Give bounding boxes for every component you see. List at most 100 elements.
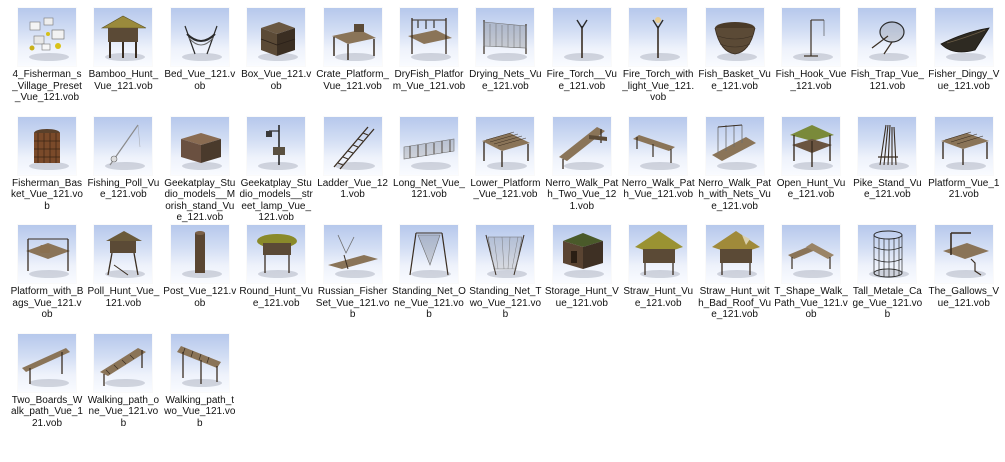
file-item[interactable]: Fisherman_Basket_Vue_121.vob bbox=[10, 115, 84, 225]
fish-hook-thumbnail bbox=[782, 8, 840, 66]
file-item[interactable]: Long_Net_Vue_121.vob bbox=[392, 115, 466, 225]
file-name-label: Box_Vue_121.vob bbox=[241, 69, 312, 92]
file-item[interactable]: Pike_Stand_Vue_121.vob bbox=[850, 115, 924, 225]
file-item[interactable]: Box_Vue_121.vob bbox=[239, 6, 313, 116]
post-thumbnail bbox=[170, 225, 229, 283]
file-name-label: Tall_Metale_Cage_Vue_121.vob bbox=[852, 286, 923, 320]
file-name-label: Fishing_Poll_Vue_121.vob bbox=[87, 177, 160, 201]
walking-path-one-thumbnail bbox=[94, 333, 153, 392]
file-item[interactable]: Nerro_Walk_Path_Vue_121.vob bbox=[621, 115, 695, 225]
fish-trap-thumbnail bbox=[858, 8, 917, 66]
file-name-label: Standing_Net_Two_Vue_121.vob bbox=[469, 286, 542, 320]
file-name-label: Post_Vue_121.vob bbox=[163, 286, 237, 309]
gallows-thumbnail bbox=[934, 225, 993, 283]
file-name-label: Straw_Hunt_with_Bad_Roof_Vue_121.vob bbox=[698, 286, 772, 320]
file-name-label: Bamboo_Hunt_Vue_121.vob bbox=[88, 69, 159, 92]
file-item[interactable]: Poll_Hunt_Vue_121.vob bbox=[86, 223, 160, 333]
file-name-label: Straw_Hunt_Vue_121.vob bbox=[623, 286, 694, 309]
file-item[interactable]: Walking_path_one_Vue_121.vob bbox=[86, 332, 160, 442]
t-shape-path-thumbnail bbox=[782, 225, 840, 283]
file-item[interactable]: Fire_Torch__Vue_121.vob bbox=[545, 6, 619, 116]
ladder-thumbnail bbox=[323, 116, 382, 175]
file-name-label: Russian_FisherSet_Vue_121.vob bbox=[315, 286, 390, 320]
file-item[interactable]: Round_Hunt_Vue_121.vob bbox=[239, 223, 313, 333]
file-item[interactable]: Nerro_Walk_Path_Two_Vue_121.vob bbox=[545, 115, 619, 225]
file-item[interactable]: Two_Boards_Walk_path_Vue_121.vob bbox=[10, 332, 84, 442]
file-name-label: Long_Net_Vue_121.vob bbox=[393, 177, 465, 201]
file-item[interactable]: DryFish_Platform_Vue_121.vob bbox=[392, 6, 466, 116]
file-name-label: The_Gallows_Vue_121.vob bbox=[928, 286, 1000, 309]
file-item[interactable]: Geekatplay_Studio_models__street_lamp_Vu… bbox=[239, 115, 313, 225]
file-item[interactable]: Fire_Torch_with_light_Vue_121.vob bbox=[621, 6, 695, 116]
file-name-label: Storage_Hunt_Vue_121.vob bbox=[544, 286, 619, 309]
file-name-label: Lower_Platform_Vue_121.vob bbox=[470, 177, 541, 201]
boat-thumbnail bbox=[934, 8, 993, 66]
file-item[interactable]: Nerro_Walk_Path_with_Nets_Vue_121.vob bbox=[698, 115, 772, 225]
fire-torch-light-thumbnail bbox=[629, 8, 688, 66]
file-item[interactable]: Drying_Nets_Vue_121.vob bbox=[468, 6, 542, 116]
file-name-label: Open_Hunt_Vue_121.vob bbox=[776, 177, 846, 201]
file-item[interactable]: Bed_Vue_121.vob bbox=[163, 6, 237, 116]
fishing-pole-thumbnail bbox=[94, 116, 153, 175]
drying-nets-thumbnail bbox=[476, 8, 535, 66]
file-name-label: Geekatplay_Studio_models__Morish_stand_V… bbox=[164, 177, 236, 224]
file-item[interactable]: Tall_Metale_Cage_Vue_121.vob bbox=[850, 223, 924, 333]
dryfish-platform-thumbnail bbox=[400, 8, 458, 66]
file-item[interactable]: Walking_path_two_Vue_121.vob bbox=[163, 332, 237, 442]
crate-platform-thumbnail bbox=[323, 8, 382, 66]
file-item[interactable]: Post_Vue_121.vob bbox=[163, 223, 237, 333]
file-item[interactable]: Crate_Platform_Vue_121.vob bbox=[316, 6, 390, 116]
straw-hut-thumbnail bbox=[629, 225, 688, 283]
file-item[interactable]: Storage_Hunt_Vue_121.vob bbox=[545, 223, 619, 333]
file-name-label: Platform_with_Bags_Vue_121.vob bbox=[10, 286, 84, 320]
file-name-label: Geekatplay_Studio_models__street_lamp_Vu… bbox=[239, 177, 313, 224]
file-item[interactable]: Straw_Hunt_Vue_121.vob bbox=[621, 223, 695, 333]
file-item[interactable]: 4_Fisherman_s_Village_Preset_Vue_121.vob bbox=[10, 6, 84, 116]
fish-basket-thumbnail bbox=[705, 8, 764, 66]
bamboo-hut-thumbnail bbox=[94, 8, 153, 66]
file-item[interactable]: Standing_Net_One_Vue_121.vob bbox=[392, 223, 466, 333]
file-item[interactable]: Fishing_Poll_Vue_121.vob bbox=[86, 115, 160, 225]
file-name-label: Fish_Hook_Vue_121.vob bbox=[775, 69, 847, 92]
file-item[interactable]: The_Gallows_Vue_121.vob bbox=[927, 223, 1001, 333]
file-name-label: Bed_Vue_121.vob bbox=[164, 69, 236, 92]
file-item[interactable]: Platform_with_Bags_Vue_121.vob bbox=[10, 223, 84, 333]
stand-thumbnail bbox=[170, 116, 229, 175]
file-name-label: Drying_Nets_Vue_121.vob bbox=[469, 69, 542, 92]
file-item[interactable]: Ladder_Vue_121.vob bbox=[316, 115, 390, 225]
file-name-label: Walking_path_one_Vue_121.vob bbox=[87, 394, 160, 429]
file-item[interactable]: Russian_FisherSet_Vue_121.vob bbox=[316, 223, 390, 333]
file-name-label: Fisher_Dingy_Vue_121.vob bbox=[928, 69, 1000, 92]
file-item[interactable]: Open_Hunt_Vue_121.vob bbox=[774, 115, 848, 225]
file-item[interactable]: Standing_Net_Two_Vue_121.vob bbox=[468, 223, 542, 333]
file-name-label: Platform_Vue_121.vob bbox=[928, 177, 1000, 201]
fire-torch-thumbnail bbox=[552, 8, 611, 66]
file-item[interactable]: Fisher_Dingy_Vue_121.vob bbox=[927, 6, 1001, 116]
file-item[interactable]: Fish_Basket_Vue_121.vob bbox=[698, 6, 772, 116]
file-item[interactable]: Fish_Hook_Vue_121.vob bbox=[774, 6, 848, 116]
file-name-label: Fish_Trap_Vue_121.vob bbox=[850, 69, 924, 92]
file-name-label: Poll_Hunt_Vue_121.vob bbox=[87, 286, 160, 309]
file-item[interactable]: Bamboo_Hunt_Vue_121.vob bbox=[86, 6, 160, 116]
open-hut-thumbnail bbox=[782, 116, 840, 175]
file-name-label: Nerro_Walk_Path_Two_Vue_121.vob bbox=[545, 177, 619, 212]
file-item[interactable]: Fish_Trap_Vue_121.vob bbox=[850, 6, 924, 116]
metal-cage-thumbnail bbox=[858, 225, 917, 283]
file-name-label: Walking_path_two_Vue_121.vob bbox=[164, 394, 236, 429]
pole-hut-thumbnail bbox=[94, 225, 153, 283]
file-item[interactable]: Straw_Hunt_with_Bad_Roof_Vue_121.vob bbox=[698, 223, 772, 333]
file-item[interactable]: Geekatplay_Studio_models__Morish_stand_V… bbox=[163, 115, 237, 225]
file-name-label: Nerro_Walk_Path_with_Nets_Vue_121.vob bbox=[698, 177, 772, 212]
long-net-thumbnail bbox=[400, 116, 458, 175]
walking-path-two-thumbnail bbox=[170, 333, 229, 392]
pike-stand-thumbnail bbox=[858, 116, 917, 175]
file-name-label: Pike_Stand_Vue_121.vob bbox=[853, 177, 922, 201]
file-name-label: Two_Boards_Walk_path_Vue_121.vob bbox=[11, 394, 83, 429]
two-boards-path-thumbnail bbox=[18, 333, 76, 392]
box-thumbnail bbox=[247, 8, 306, 66]
file-item[interactable]: Platform_Vue_121.vob bbox=[927, 115, 1001, 225]
file-name-label: 4_Fisherman_s_Village_Preset_Vue_121.vob bbox=[12, 69, 82, 103]
round-hut-thumbnail bbox=[247, 225, 306, 283]
file-item[interactable]: Lower_Platform_Vue_121.vob bbox=[468, 115, 542, 225]
file-item[interactable]: T_Shape_Walk_Path_Vue_121.vob bbox=[774, 223, 848, 333]
